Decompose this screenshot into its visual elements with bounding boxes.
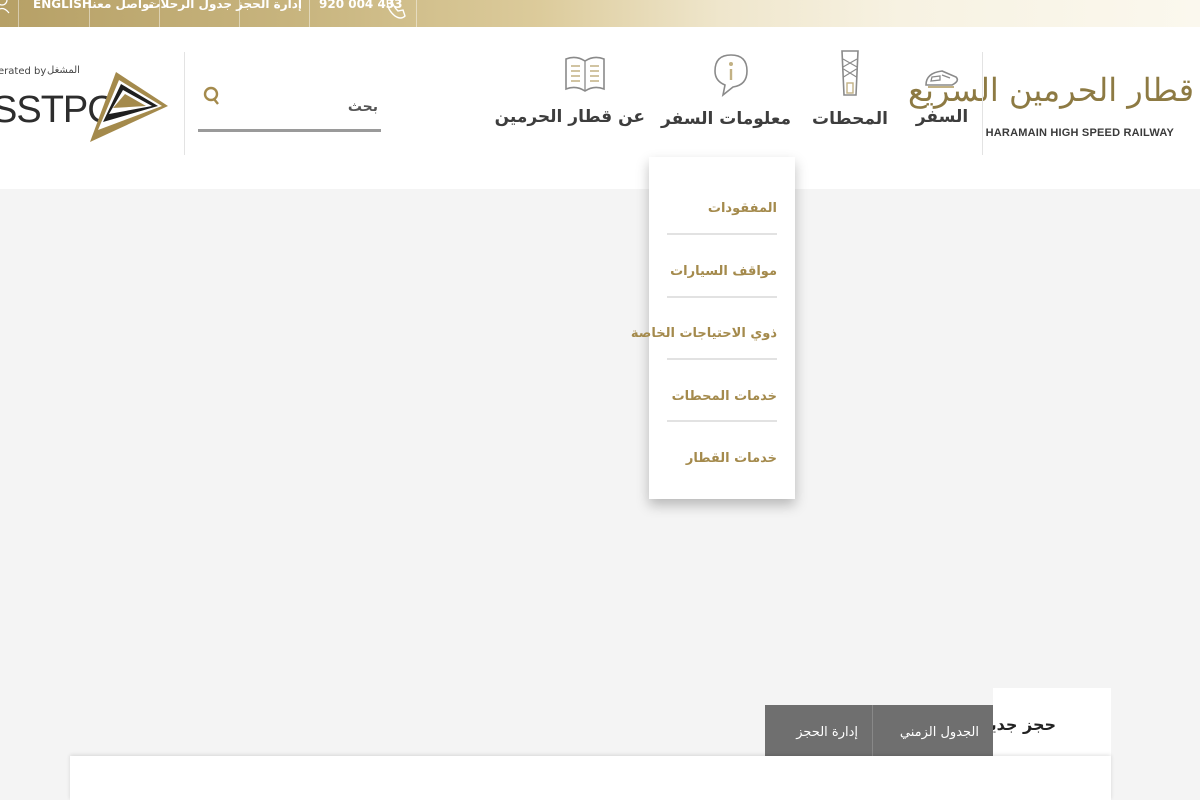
dropdown-item-special-needs[interactable]: ذوي الاحتياجات الخاصة xyxy=(631,292,777,354)
train-icon xyxy=(925,70,959,88)
operator-label-arabic: المشغل xyxy=(47,65,80,76)
header-divider-left xyxy=(184,52,185,155)
nav-label-stations: المحطات xyxy=(812,109,888,129)
language-switch-link[interactable]: ENGLISH xyxy=(33,0,92,27)
manage-booking-link[interactable]: إدارة الحجز xyxy=(236,0,302,27)
top-utility-bar: ENGLISH تواصل معنا جدول الرحلات إدارة ال… xyxy=(0,0,1200,27)
info-bubble-icon xyxy=(714,54,748,97)
nav-item-travel-info[interactable]: معلومات السفر xyxy=(661,54,791,129)
tab-timetable[interactable]: الجدول الزمني xyxy=(873,705,993,756)
dropdown-item-station-services[interactable]: خدمات المحطات xyxy=(667,355,777,417)
tab-new-booking[interactable]: حجز جديد xyxy=(981,688,1111,756)
phone-icon xyxy=(386,0,406,19)
operator-logo-icon xyxy=(90,72,168,142)
contact-us-link[interactable]: تواصل معنا xyxy=(88,0,154,27)
dropdown-item-lost-found[interactable]: المفقودات xyxy=(667,167,777,229)
station-tower-icon xyxy=(841,50,859,96)
nav-item-about[interactable]: عن قطار الحرمين xyxy=(494,56,645,127)
search-input[interactable] xyxy=(228,92,378,122)
brand-logo-english: HARAMAIN HIGH SPEED RAILWAY xyxy=(985,127,1174,139)
search-icon[interactable] xyxy=(202,86,220,108)
user-icon[interactable] xyxy=(0,0,10,14)
booking-panel xyxy=(70,756,1111,800)
nav-label-travel-info: معلومات السفر xyxy=(661,109,791,129)
tab-manage-booking[interactable]: إدارة الحجز xyxy=(765,705,873,756)
nav-label-about: عن قطار الحرمين xyxy=(494,107,645,127)
open-book-icon xyxy=(565,56,605,92)
trip-schedule-link[interactable]: جدول الرحلات xyxy=(148,0,232,27)
site-header: قطار الحرمين السريع HARAMAIN HIGH SPEED … xyxy=(0,27,1200,189)
dropdown-item-train-services[interactable]: خدمات القطار xyxy=(667,417,777,479)
dropdown-item-parking[interactable]: مواقف السيارات xyxy=(667,230,777,292)
travel-info-dropdown: المفقودات مواقف السيارات ذوي الاحتياجات … xyxy=(631,157,795,499)
operator-label: erated by xyxy=(0,66,47,77)
nav-item-stations[interactable]: المحطات xyxy=(790,50,910,129)
search-box xyxy=(198,86,381,132)
